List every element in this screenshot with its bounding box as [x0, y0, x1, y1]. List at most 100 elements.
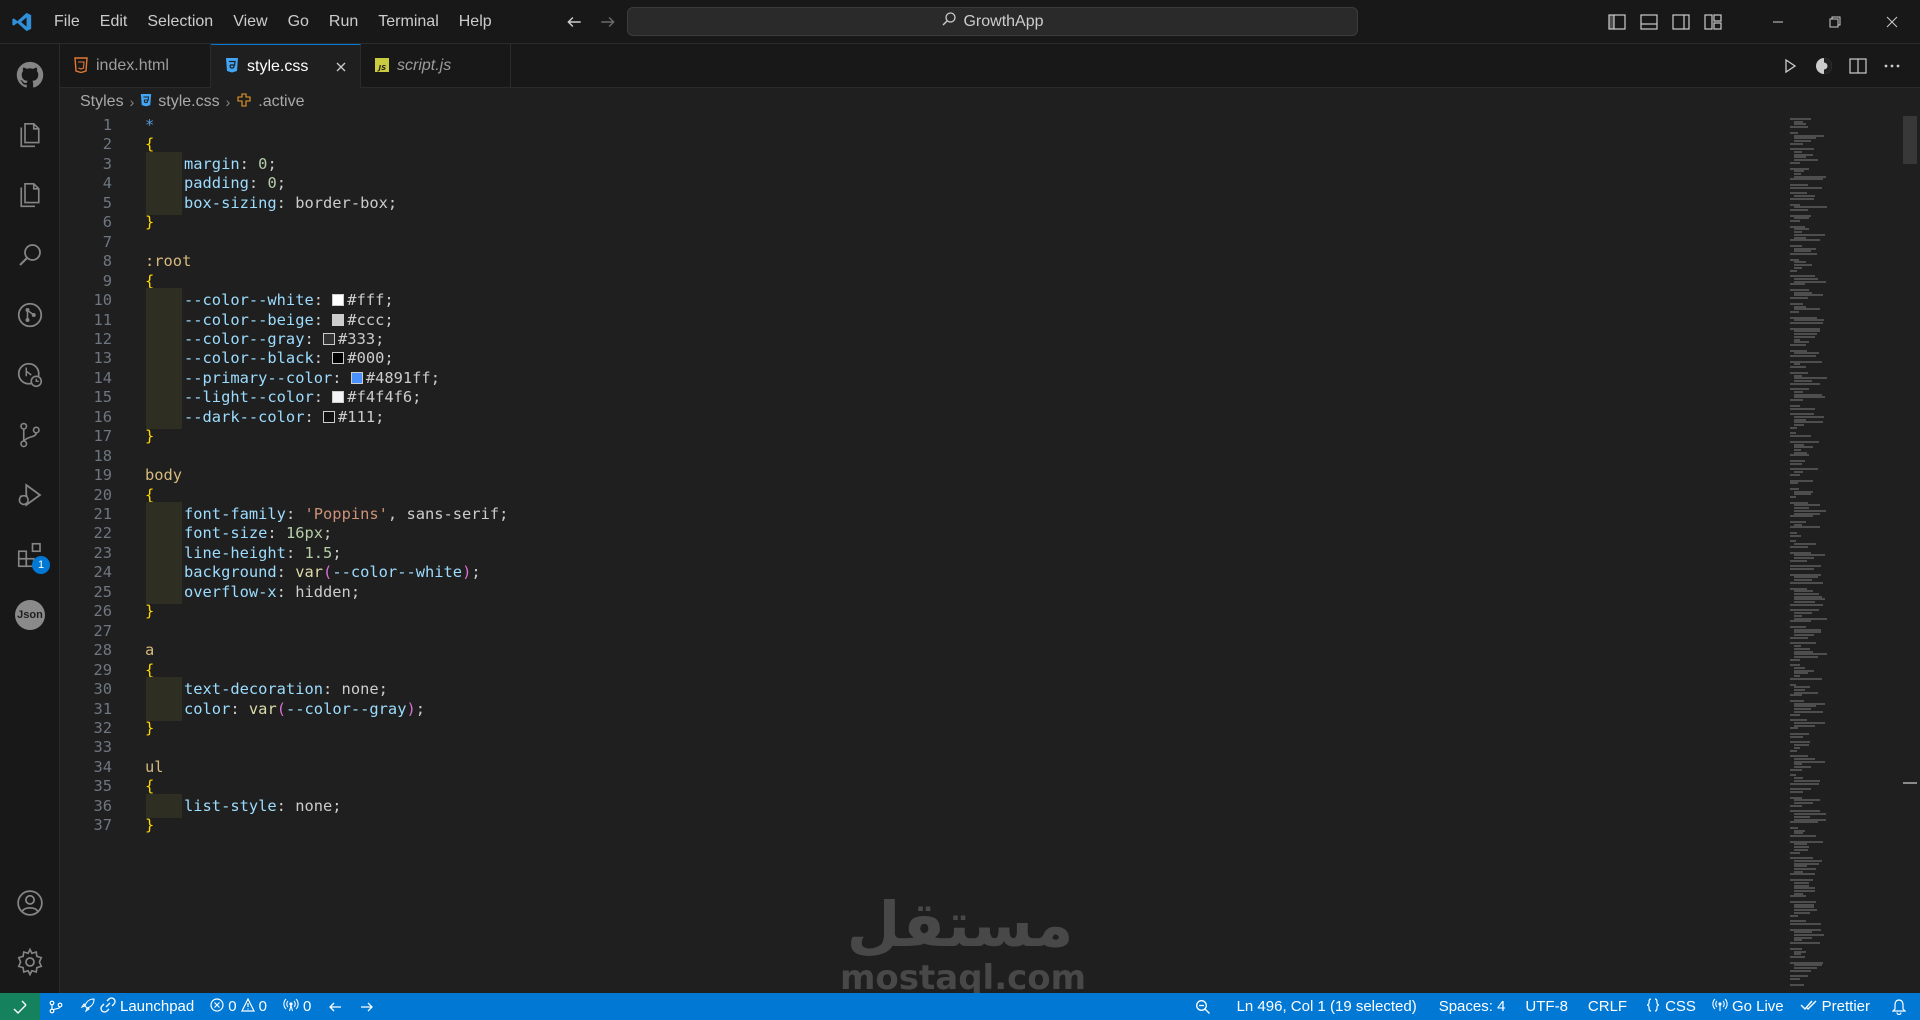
minimap-line: [1790, 826, 1798, 829]
compare-changes-icon[interactable]: [1812, 54, 1836, 78]
explorer-icon[interactable]: [0, 108, 60, 162]
json-icon[interactable]: Json: [0, 588, 60, 642]
minimap-line: [1794, 512, 1820, 515]
minimap-line: [1790, 208, 1808, 211]
encoding-status[interactable]: UTF-8: [1515, 993, 1578, 1020]
git-history-icon[interactable]: [0, 348, 60, 402]
color-swatch[interactable]: [332, 391, 345, 404]
menu-file[interactable]: File: [44, 7, 90, 37]
code-line[interactable]: 37}: [60, 813, 1760, 837]
minimap-line: [1794, 843, 1807, 846]
vertical-scrollbar[interactable]: [1903, 116, 1917, 993]
extensions-icon[interactable]: 1: [0, 528, 60, 582]
color-swatch[interactable]: [323, 332, 336, 345]
minimap-line: [1790, 636, 1808, 639]
customize-layout-icon[interactable]: [1697, 6, 1729, 38]
close-tab-icon[interactable]: [332, 58, 350, 76]
source-control-icon[interactable]: [0, 408, 60, 462]
minimap-line: [1790, 366, 1806, 369]
account-icon[interactable]: [0, 876, 60, 930]
breadcrumb-symbol[interactable]: .active: [258, 93, 304, 111]
close-window-icon[interactable]: [1863, 0, 1920, 44]
color-swatch[interactable]: [332, 294, 345, 307]
minimap[interactable]: [1786, 116, 1896, 993]
minimize-icon[interactable]: [1749, 0, 1806, 44]
notifications-bell-icon[interactable]: [1878, 993, 1920, 1020]
menu-view[interactable]: View: [223, 7, 277, 37]
eol-status[interactable]: CRLF: [1578, 993, 1637, 1020]
minimap-line: [1794, 308, 1820, 311]
menu-selection[interactable]: Selection: [137, 7, 223, 37]
breadcrumb-file[interactable]: style.css: [158, 93, 219, 111]
minimap-line: [1790, 473, 1800, 476]
git-graph-icon[interactable]: [0, 288, 60, 342]
minimap-line: [1794, 724, 1815, 727]
back-arrow-icon[interactable]: [562, 10, 586, 34]
editor-actions: [1778, 44, 1904, 88]
color-swatch[interactable]: [350, 371, 363, 384]
git-graph-status-icon[interactable]: [40, 993, 72, 1020]
cursor-position[interactable]: Ln 496, Col 1 (19 selected): [1225, 993, 1429, 1020]
tab-index-html[interactable]: index.html: [60, 44, 211, 88]
menu-terminal[interactable]: Terminal: [368, 7, 448, 37]
menu-go[interactable]: Go: [278, 7, 319, 37]
toggle-primary-sidebar-icon[interactable]: [1601, 6, 1633, 38]
zoom-icon[interactable]: [1181, 993, 1225, 1020]
menu-help[interactable]: Help: [449, 7, 502, 37]
minimap-line: [1794, 233, 1825, 236]
tab-style-css[interactable]: style.css: [211, 44, 361, 88]
settings-gear-icon[interactable]: [0, 935, 60, 989]
toggle-panel-icon[interactable]: [1633, 6, 1665, 38]
minimap-line: [1794, 802, 1813, 804]
minimap-line: [1790, 942, 1820, 945]
extensions-badge: 1: [32, 556, 50, 574]
nav-back-status-icon[interactable]: [319, 993, 351, 1020]
restore-icon[interactable]: [1806, 0, 1863, 44]
more-actions-icon[interactable]: [1880, 54, 1904, 78]
minimap-line: [1790, 969, 1811, 972]
vscode-logo-icon[interactable]: [0, 0, 44, 44]
explorer-secondary-icon[interactable]: [0, 168, 60, 222]
color-swatch[interactable]: [332, 352, 345, 365]
error-icon: [210, 997, 224, 1016]
code-editor[interactable]: 1 * 2{3 margin: 0; 4 padding: 0; 5 box-sizing: …: [60, 116, 1920, 993]
prettier-label: Prettier: [1821, 998, 1870, 1015]
minimap-line: [1790, 879, 1813, 882]
minimap-line: [1794, 156, 1806, 159]
forward-arrow-icon[interactable]: [596, 10, 620, 34]
minimap-line: [1790, 118, 1811, 120]
language-mode[interactable]: CSS: [1637, 993, 1704, 1020]
indentation-status[interactable]: Spaces: 4: [1429, 993, 1516, 1020]
toggle-secondary-sidebar-icon[interactable]: [1665, 6, 1697, 38]
color-swatch[interactable]: [332, 313, 345, 326]
minimap-line: [1790, 733, 1809, 735]
menu-edit[interactable]: Edit: [90, 7, 138, 37]
run-file-icon[interactable]: [1778, 54, 1802, 78]
prettier-status[interactable]: Prettier: [1792, 993, 1878, 1020]
launchpad-status[interactable]: Launchpad: [72, 993, 202, 1020]
split-editor-icon[interactable]: [1846, 54, 1870, 78]
tab-script-js[interactable]: JS script.js: [361, 44, 511, 88]
minimap-line: [1790, 435, 1811, 438]
run-debug-icon[interactable]: [0, 468, 60, 522]
nav-forward-status-icon[interactable]: [351, 993, 383, 1020]
command-center-search[interactable]: GrowthApp: [627, 7, 1358, 36]
go-live-button[interactable]: Go Live: [1704, 993, 1792, 1020]
ports-status[interactable]: 0: [275, 993, 319, 1020]
search-icon[interactable]: [0, 228, 60, 282]
color-swatch[interactable]: [323, 410, 336, 423]
minimap-line: [1794, 338, 1800, 341]
problems-status[interactable]: 0 0: [202, 993, 275, 1020]
minimap-line: [1790, 810, 1820, 813]
minimap-line: [1794, 846, 1809, 849]
breadcrumb-folder[interactable]: Styles: [80, 93, 124, 111]
svg-text:JS: JS: [377, 64, 387, 72]
scroll-thumb[interactable]: [1903, 116, 1917, 164]
github-icon[interactable]: [0, 48, 60, 102]
menu-run[interactable]: Run: [319, 7, 368, 37]
minimap-line: [1790, 719, 1807, 722]
json-label: Json: [15, 600, 45, 630]
minimap-line: [1790, 895, 1806, 898]
remote-indicator-icon[interactable]: [0, 993, 40, 1020]
minimap-line: [1790, 460, 1805, 462]
